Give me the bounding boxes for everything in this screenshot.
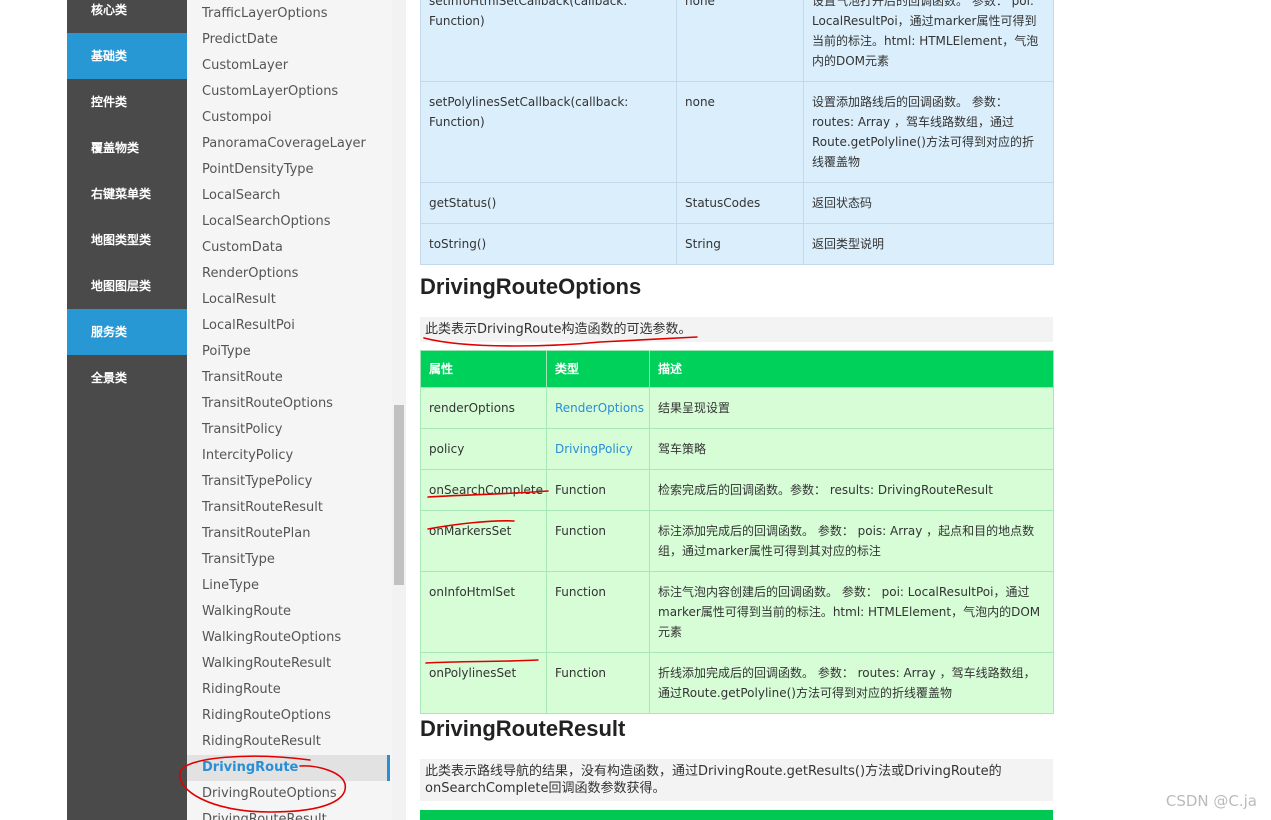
class-item[interactable]: Custompoi <box>187 105 390 131</box>
method-name: setPolylinesSetCallback(callback: Functi… <box>420 81 677 183</box>
section-desc-options: 此类表示DrivingRoute构造函数的可选参数。 <box>420 317 1053 342</box>
method-name: setInfoHtmlSetCallback(callback: Functio… <box>420 0 677 82</box>
option-name: onInfoHtmlSet <box>420 571 547 653</box>
category-maptype[interactable]: 地图类型类 <box>67 217 187 263</box>
doc-content: setInfoHtmlSetCallback(callback: Functio… <box>406 0 1271 820</box>
table-header-row: 属性 类型 描述 <box>420 350 1054 388</box>
option-name: policy <box>420 428 547 470</box>
category-context-menu[interactable]: 右键菜单类 <box>67 171 187 217</box>
method-return: StatusCodes <box>676 182 804 224</box>
option-name: onPolylinesSet <box>420 652 547 714</box>
class-item[interactable]: LocalResult <box>187 287 390 313</box>
option-desc: 驾车策略 <box>649 428 1054 470</box>
option-desc: 折线添加完成后的回调函数。 参数： routes: Array ，驾车线路数组，… <box>649 652 1054 714</box>
category-nav: 核心类 基础类 控件类 覆盖物类 右键菜单类 地图类型类 地图图层类 服务类 全… <box>67 0 187 820</box>
option-name: renderOptions <box>420 387 547 429</box>
method-desc: 设置添加路线后的回调函数。 参数： routes: Array ，驾车线路数组，… <box>803 81 1054 183</box>
method-return: none <box>676 0 804 82</box>
class-item[interactable]: PanoramaCoverageLayer <box>187 131 390 157</box>
class-item[interactable]: TransitType <box>187 547 390 573</box>
class-item[interactable]: TransitRouteOptions <box>187 391 390 417</box>
method-name: getStatus() <box>420 182 677 224</box>
method-return: none <box>676 81 804 183</box>
table-row: policy DrivingPolicy 驾车策略 <box>420 428 1054 470</box>
table-row: setPolylinesSetCallback(callback: Functi… <box>420 81 1054 183</box>
table-row: onSearchComplete Function 检索完成后的回调函数。参数：… <box>420 469 1054 511</box>
section-title-result: DrivingRouteResult <box>420 716 626 741</box>
watermark: CSDN @C.ja <box>1165 792 1257 810</box>
method-name: toString() <box>420 223 677 265</box>
table-row: onMarkersSet Function 标注添加完成后的回调函数。 参数： … <box>420 510 1054 572</box>
class-item[interactable]: DrivingRouteResult <box>187 807 390 820</box>
class-item[interactable]: LineType <box>187 573 390 599</box>
table-row: setInfoHtmlSetCallback(callback: Functio… <box>420 0 1054 82</box>
option-desc: 结果呈现设置 <box>649 387 1054 429</box>
option-desc: 标注气泡内容创建后的回调函数。 参数： poi: LocalResultPoi，… <box>649 571 1054 653</box>
table-row: toString() String 返回类型说明 <box>420 223 1054 265</box>
option-desc: 标注添加完成后的回调函数。 参数： pois: Array ，起点和目的地点数组… <box>649 510 1054 572</box>
method-desc: 设置气泡打开后的回调函数。 参数： poi: LocalResultPoi，通过… <box>803 0 1054 82</box>
class-item[interactable]: RidingRouteOptions <box>187 703 390 729</box>
option-type: Function <box>546 510 650 572</box>
category-base[interactable]: 基础类 <box>67 33 187 79</box>
method-desc: 返回类型说明 <box>803 223 1054 265</box>
method-return: String <box>676 223 804 265</box>
class-item[interactable]: TransitTypePolicy <box>187 469 390 495</box>
class-item[interactable]: DrivingRouteOptions <box>187 781 390 807</box>
class-item[interactable]: CustomData <box>187 235 390 261</box>
class-item-active[interactable]: DrivingRoute <box>187 755 390 781</box>
class-item[interactable]: PointDensityType <box>187 157 390 183</box>
options-table: 属性 类型 描述 renderOptions RenderOptions 结果呈… <box>420 350 1054 714</box>
method-desc: 返回状态码 <box>803 182 1054 224</box>
column-header: 描述 <box>649 350 1054 388</box>
option-name: onSearchComplete <box>420 469 547 511</box>
class-item[interactable]: CustomLayerOptions <box>187 79 390 105</box>
column-header: 类型 <box>546 350 650 388</box>
category-overlays[interactable]: 覆盖物类 <box>67 125 187 171</box>
type-link[interactable]: RenderOptions <box>555 401 644 415</box>
class-item[interactable]: LocalSearchOptions <box>187 209 390 235</box>
option-desc: 检索完成后的回调函数。参数： results: DrivingRouteResu… <box>649 469 1054 511</box>
option-type: Function <box>546 571 650 653</box>
class-item[interactable]: TransitRoute <box>187 365 390 391</box>
table-row: onInfoHtmlSet Function 标注气泡内容创建后的回调函数。 参… <box>420 571 1054 653</box>
class-item[interactable]: WalkingRouteResult <box>187 651 390 677</box>
class-item[interactable]: WalkingRoute <box>187 599 390 625</box>
section-title-options: DrivingRouteOptions <box>420 274 642 299</box>
class-item[interactable]: IntercityPolicy <box>187 443 390 469</box>
class-item[interactable]: TransitRoutePlan <box>187 521 390 547</box>
class-item[interactable]: TrafficLayerOptions <box>187 1 390 27</box>
option-type: Function <box>546 652 650 714</box>
section-desc-result: 此类表示路线导航的结果，没有构造函数，通过DrivingRoute.getRes… <box>420 759 1053 801</box>
table-row: getStatus() StatusCodes 返回状态码 <box>420 182 1054 224</box>
category-controls[interactable]: 控件类 <box>67 79 187 125</box>
class-item[interactable]: TransitPolicy <box>187 417 390 443</box>
table-row: onPolylinesSet Function 折线添加完成后的回调函数。 参数… <box>420 652 1054 714</box>
class-list: TrafficLayerOptions PredictDate CustomLa… <box>187 0 392 820</box>
category-services[interactable]: 服务类 <box>67 309 187 355</box>
class-item[interactable]: LocalResultPoi <box>187 313 390 339</box>
result-table-header <box>420 810 1053 820</box>
column-header: 属性 <box>420 350 547 388</box>
class-item[interactable]: PoiType <box>187 339 390 365</box>
methods-table: setInfoHtmlSetCallback(callback: Functio… <box>420 0 1054 265</box>
category-core[interactable]: 核心类 <box>67 0 187 33</box>
option-type: Function <box>546 469 650 511</box>
category-panorama[interactable]: 全景类 <box>67 355 187 401</box>
class-item[interactable]: LocalSearch <box>187 183 390 209</box>
class-item[interactable]: RidingRoute <box>187 677 390 703</box>
class-item[interactable]: RidingRouteResult <box>187 729 390 755</box>
category-maplayer[interactable]: 地图图层类 <box>67 263 187 309</box>
class-item[interactable]: PredictDate <box>187 27 390 53</box>
class-item[interactable]: TransitRouteResult <box>187 495 390 521</box>
option-name: onMarkersSet <box>420 510 547 572</box>
class-item[interactable]: RenderOptions <box>187 261 390 287</box>
table-row: renderOptions RenderOptions 结果呈现设置 <box>420 387 1054 429</box>
class-item[interactable]: WalkingRouteOptions <box>187 625 390 651</box>
scrollbar-thumb[interactable] <box>394 405 404 585</box>
type-link[interactable]: DrivingPolicy <box>555 442 633 456</box>
class-item[interactable]: CustomLayer <box>187 53 390 79</box>
